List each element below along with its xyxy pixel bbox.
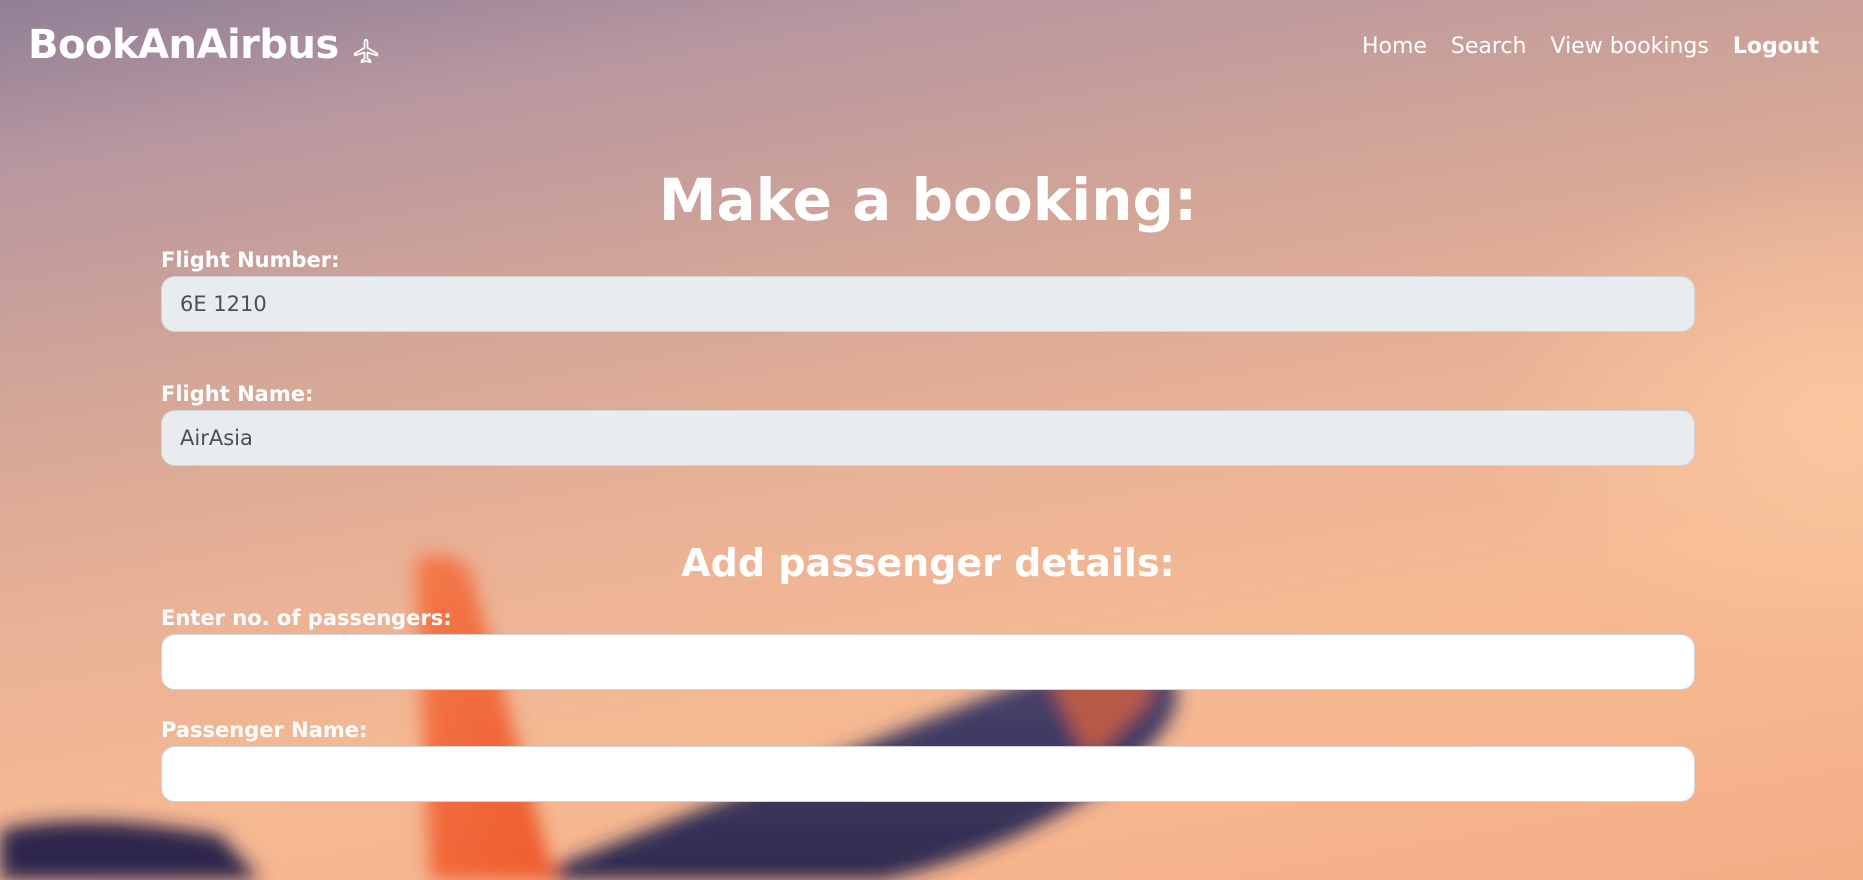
nav-logout-link[interactable]: Logout xyxy=(1733,34,1819,59)
flight-number-label: Flight Number: xyxy=(161,248,340,272)
passenger-name-label: Passenger Name: xyxy=(161,718,368,742)
num-passengers-field[interactable] xyxy=(161,634,1695,690)
flight-name-label: Flight Name: xyxy=(161,382,314,406)
nav-view-bookings-link[interactable]: View bookings xyxy=(1551,34,1709,59)
flight-name-field[interactable] xyxy=(161,410,1695,466)
brand-link[interactable]: BookAnAirbus xyxy=(28,22,381,68)
airplane-icon xyxy=(351,30,381,64)
passenger-section-title: Add passenger details: xyxy=(681,541,1175,585)
flight-number-field[interactable] xyxy=(161,276,1695,332)
booking-form: Make a booking: Flight Number: Flight Na… xyxy=(161,160,1695,802)
num-passengers-group: Enter no. of passengers: xyxy=(161,604,1695,690)
flight-number-group: Flight Number: xyxy=(161,246,1695,332)
nav-home-link[interactable]: Home xyxy=(1362,34,1427,59)
passenger-name-group: Passenger Name: xyxy=(161,716,1695,802)
passenger-name-field[interactable] xyxy=(161,746,1695,802)
flight-name-group: Flight Name: xyxy=(161,380,1695,466)
num-passengers-label: Enter no. of passengers: xyxy=(161,606,452,630)
navbar: BookAnAirbus Home Search View bookings L… xyxy=(0,0,1863,100)
page-title: Make a booking: xyxy=(658,166,1198,234)
nav-links: Home Search View bookings Logout xyxy=(1362,34,1819,59)
brand-name: BookAnAirbus xyxy=(28,22,339,68)
nav-search-link[interactable]: Search xyxy=(1451,34,1527,59)
